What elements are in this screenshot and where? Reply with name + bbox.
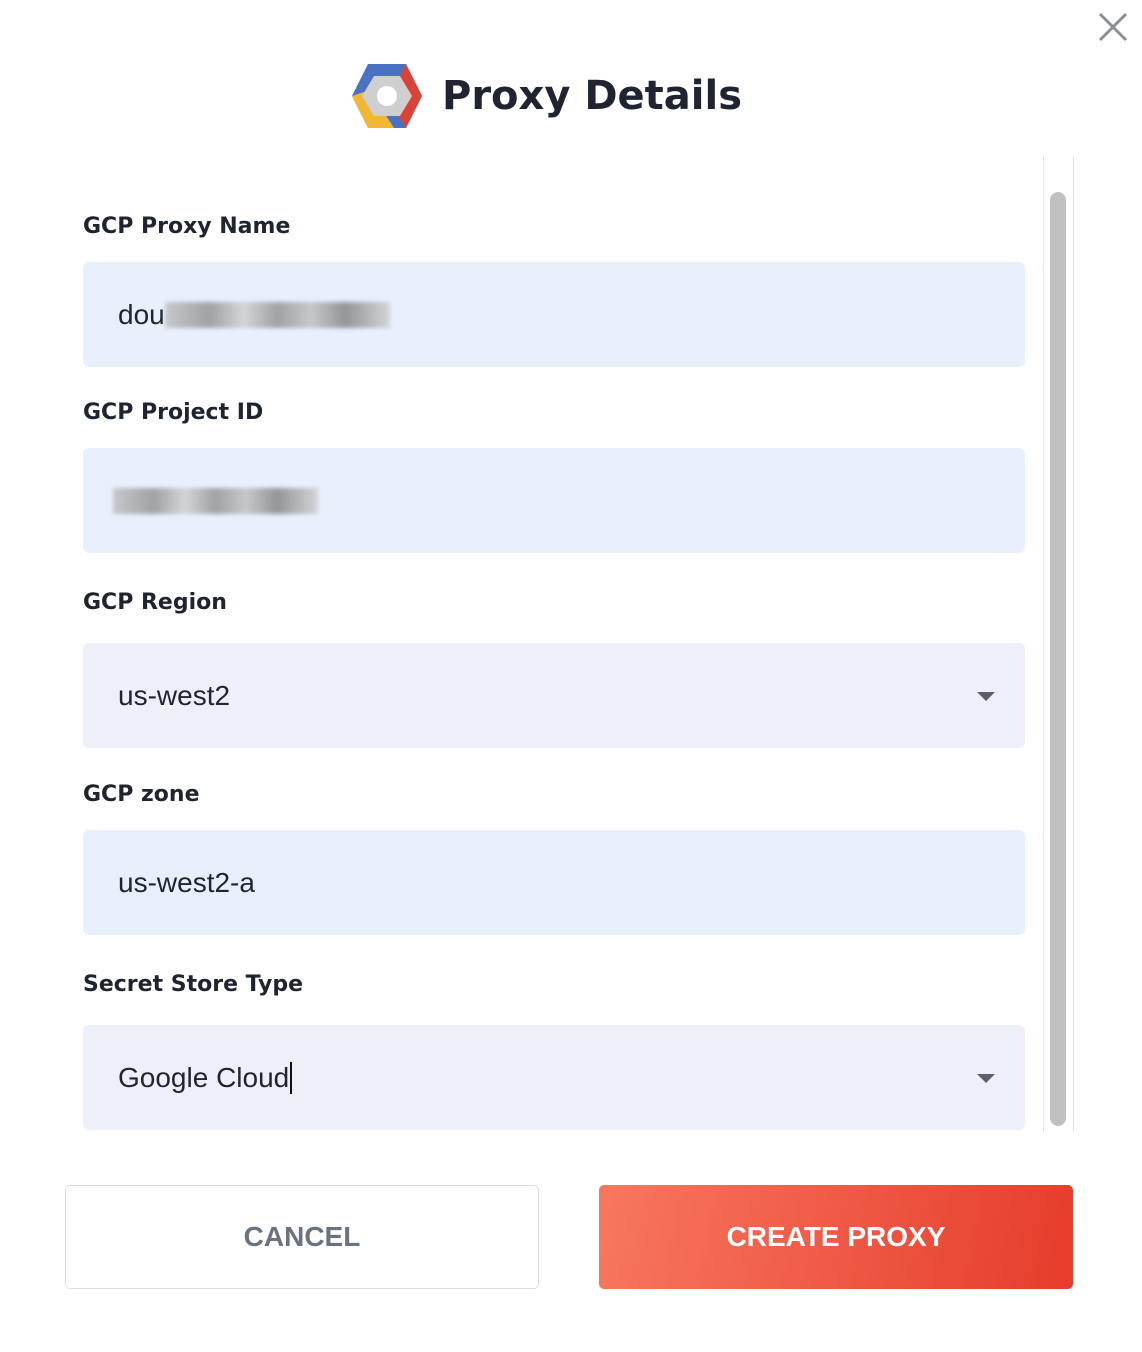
zone-label: GCP zone [83,782,200,807]
region-value: us-west2 [118,679,231,711]
google-cloud-logo-icon [352,64,422,128]
dialog-header: Proxy Details [350,62,742,130]
text-cursor [290,1061,293,1094]
proxy-name-value: dou [118,298,165,330]
project-id-input[interactable] [83,448,1025,553]
chevron-down-icon [977,1074,995,1083]
chevron-down-icon [977,692,995,701]
project-id-label: GCP Project ID [83,400,264,425]
proxy-name-input[interactable]: dou [83,262,1025,367]
region-label: GCP Region [83,590,227,615]
redacted-text [164,301,390,328]
redacted-text [113,487,318,514]
zone-input[interactable]: us-west2-a [83,830,1025,935]
scrollbar-thumb[interactable] [1050,192,1066,1126]
proxy-name-label: GCP Proxy Name [83,214,291,239]
page-title: Proxy Details [442,73,742,119]
zone-value: us-west2-a [118,866,255,898]
create-proxy-button[interactable]: CREATE PROXY [599,1185,1073,1289]
cancel-button[interactable]: CANCEL [65,1185,539,1289]
region-select[interactable]: us-west2 [83,643,1025,748]
close-icon[interactable] [1096,10,1130,44]
secret-store-value: Google Cloud [118,1061,290,1093]
secret-store-select[interactable]: Google Cloud [83,1025,1025,1130]
secret-store-label: Secret Store Type [83,972,304,997]
